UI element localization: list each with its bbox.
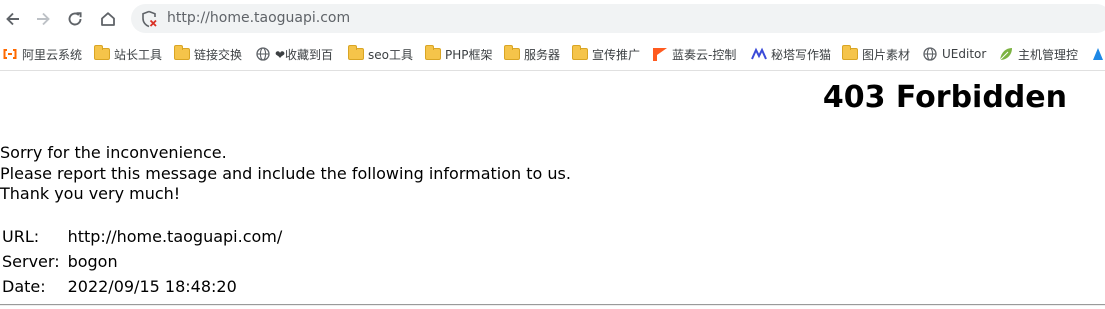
info-key: Server: xyxy=(2,252,60,271)
bookmarks-bar: 阿里云系统 站长工具 链接交换 ❤收藏到百 seo工具 PHP框架 服务器 宣传… xyxy=(0,38,1105,71)
message-line: Sorry for the inconvenience. xyxy=(0,143,227,162)
folder-icon xyxy=(425,45,441,62)
folder-icon xyxy=(94,45,110,62)
bookmark-php[interactable]: PHP框架 xyxy=(425,38,497,70)
folder-icon xyxy=(572,45,588,62)
bookmark-seo[interactable]: seo工具 xyxy=(348,38,418,70)
info-key: Date: xyxy=(2,277,46,296)
info-value: bogon xyxy=(67,252,118,271)
mita-icon xyxy=(751,46,767,62)
info-key: URL: xyxy=(2,227,40,246)
arrow-left-icon xyxy=(6,12,19,26)
arrow-right-icon xyxy=(37,12,50,26)
info-row-server: Server: bogon xyxy=(0,249,284,274)
folder-icon xyxy=(504,45,520,62)
reload-icon xyxy=(68,12,82,26)
folder-icon xyxy=(174,45,190,62)
bookmark-tupian[interactable]: 图片素材 xyxy=(842,38,914,70)
info-row-date: Date: 2022/09/15 18:48:20 xyxy=(0,274,284,299)
error-info-table: URL: http://home.taoguapi.com/ Server: b… xyxy=(0,224,284,299)
bookmark-mita[interactable]: 秘塔写作猫 xyxy=(751,38,835,70)
folder-icon xyxy=(842,45,858,62)
info-value: 2022/09/15 18:48:20 xyxy=(67,277,237,296)
bookmark-xuanchuan[interactable]: 宣传推广 xyxy=(572,38,646,70)
bookmark-shoucang[interactable]: ❤收藏到百 xyxy=(255,38,337,70)
globe-icon xyxy=(922,46,938,62)
globe-icon xyxy=(255,46,271,62)
browser-toolbar: http://home.taoguapi.com xyxy=(0,0,1105,38)
leaf-icon xyxy=(998,46,1014,62)
url-text[interactable]: http://home.taoguapi.com xyxy=(167,10,350,26)
reload-button[interactable] xyxy=(62,6,88,32)
forward-button[interactable] xyxy=(30,6,56,32)
lanzou-icon xyxy=(652,46,668,62)
bookmark-zhanzhang[interactable]: 站长工具 xyxy=(94,38,166,70)
error-message: Sorry for the inconvenience. Please repo… xyxy=(0,143,571,205)
info-row-url: URL: http://home.taoguapi.com/ xyxy=(0,224,284,249)
arrow-icon xyxy=(1090,46,1105,62)
bookmark-zhuji[interactable]: 主机管理控 xyxy=(998,38,1080,70)
bookmark-ueditor[interactable]: UEditor xyxy=(922,38,988,70)
page-title: 403 Forbidden xyxy=(822,80,1067,115)
address-bar[interactable]: http://home.taoguapi.com xyxy=(131,4,1105,33)
horizontal-divider xyxy=(0,304,1105,306)
message-line: Thank you very much! xyxy=(0,184,181,203)
home-button[interactable] xyxy=(95,6,121,32)
aliyun-icon xyxy=(2,46,18,62)
home-icon xyxy=(101,12,115,26)
bookmark-aliyun[interactable]: 阿里云系统 xyxy=(2,38,82,70)
bookmark-lianjie[interactable]: 链接交换 xyxy=(174,38,246,70)
bookmarks-overflow-button[interactable] xyxy=(1090,38,1105,70)
info-value: http://home.taoguapi.com/ xyxy=(67,227,283,246)
folder-icon xyxy=(348,45,364,62)
back-button[interactable] xyxy=(0,6,26,32)
bookmark-server[interactable]: 服务器 xyxy=(504,38,566,70)
message-line: Please report this message and include t… xyxy=(0,163,571,183)
bookmark-lanzou[interactable]: 蓝奏云-控制 xyxy=(652,38,740,70)
not-secure-icon[interactable] xyxy=(139,9,159,29)
